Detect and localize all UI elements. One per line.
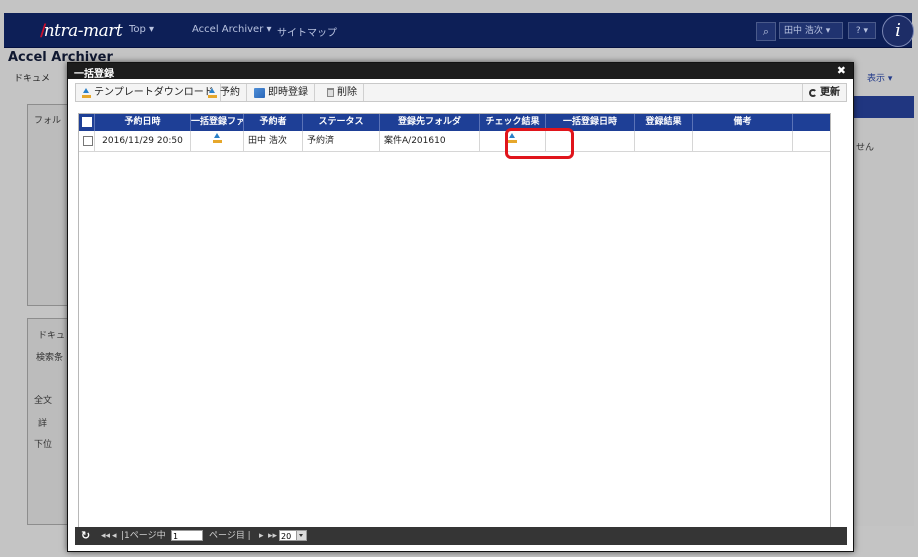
status-cell: 予約済 (303, 131, 380, 151)
brand-icon: i (882, 15, 914, 47)
close-icon[interactable]: ✖ (837, 64, 846, 77)
dialog-title: 一括登録 (74, 69, 114, 80)
page-count-label: |1ページ中 (121, 531, 166, 541)
document-list-message: せん (856, 143, 875, 153)
grid-header: 予約日時 一括登録ファ 予約者 ステータス 登録先フォルダ チェック結果 一括登… (79, 114, 830, 131)
intra-mart-logo[interactable]: /ntra-mart (40, 21, 123, 41)
highlight-annotation (505, 128, 574, 159)
row-checkbox[interactable] (79, 131, 95, 151)
doc-search-tab[interactable]: ドキュ (38, 328, 65, 341)
table-row[interactable]: 2016/11/29 20:50 田中 浩次 予約済 案件A/201610 (79, 131, 830, 152)
instant-register-label: 即時登録 (268, 87, 308, 98)
column-header[interactable]: 一括登録ファ (191, 114, 244, 131)
help-menu[interactable]: ? ▾ (848, 22, 876, 39)
dialog-toolbar: テンプレートダウンロード 予約 即時登録 削除 更新 (75, 83, 847, 102)
template-download-button[interactable]: テンプレートダウンロード (76, 84, 221, 101)
search-condition-label: 検索条 (36, 353, 64, 363)
user-cell: 田中 浩次 (244, 131, 303, 151)
top-navbar: /ntra-mart Top ▾ Accel Archiver ▾ サイトマップ… (4, 13, 914, 48)
document-list-header (852, 96, 914, 118)
next-page-icon[interactable]: ▸ (259, 527, 264, 545)
reserve-button[interactable]: 予約 (202, 84, 247, 101)
refresh-button[interactable]: 更新 (802, 84, 846, 101)
page-suffix-label: ページ目 | (209, 531, 251, 541)
grid-pager: ↻ ◂◂ ◂ |1ページ中 1 ページ目 | ▸ ▸▸ 20 (75, 527, 847, 545)
column-header[interactable]: 備考 (693, 114, 793, 131)
file-download-icon[interactable] (212, 133, 222, 143)
select-all-checkbox[interactable] (79, 114, 95, 131)
bulk-file-cell[interactable] (191, 131, 244, 151)
register-result-cell (635, 131, 693, 151)
search-icon[interactable]: ⌕ (756, 22, 776, 41)
lower-folder-checkbox[interactable]: 下位 (34, 437, 52, 450)
template-download-label: テンプレートダウンロード (94, 87, 214, 98)
dialog-header: 一括登録 ✖ (68, 63, 853, 80)
chevron-down-icon[interactable] (296, 531, 306, 540)
delete-label: 削除 (337, 87, 357, 98)
folder-panel-label: フォル (34, 116, 62, 126)
view-menu[interactable]: 表示 ▾ (867, 71, 892, 84)
document-tab[interactable]: ドキュメ (14, 71, 50, 84)
fulltext-checkbox[interactable]: 全文 (34, 393, 52, 406)
column-header[interactable]: 登録先フォルダ (380, 114, 480, 131)
column-header[interactable]: 予約者 (244, 114, 303, 131)
column-header[interactable]: 予約日時 (95, 114, 191, 131)
instant-register-button[interactable]: 即時登録 (248, 84, 315, 101)
column-header[interactable]: 登録結果 (635, 114, 693, 131)
prev-page-icon[interactable]: ◂ (112, 527, 117, 545)
detail-button[interactable]: 詳 (38, 416, 47, 429)
pager-refresh-icon[interactable]: ↻ (81, 527, 90, 545)
first-page-icon[interactable]: ◂◂ (101, 527, 110, 545)
nav-accel-archiver-menu[interactable]: Accel Archiver ▾ (192, 24, 272, 35)
document-list-panel (852, 96, 914, 526)
last-page-icon[interactable]: ▸▸ (268, 527, 277, 545)
trash-icon (327, 88, 334, 97)
upload-icon (82, 87, 91, 98)
reserved-at-cell: 2016/11/29 20:50 (95, 131, 191, 151)
page-number-input[interactable]: 1 (171, 530, 203, 541)
page-size-select[interactable]: 20 (279, 530, 307, 541)
user-menu[interactable]: 田中 浩次 ▾ (779, 22, 843, 39)
refresh-label: 更新 (820, 87, 840, 98)
column-header[interactable]: ステータス (303, 114, 380, 131)
note-cell (693, 131, 793, 151)
folder-cell: 案件A/201610 (380, 131, 480, 151)
upload-icon (208, 87, 217, 98)
reservation-grid: 予約日時 一括登録ファ 予約者 ステータス 登録先フォルダ チェック結果 一括登… (78, 113, 831, 534)
bulk-register-dialog: 一括登録 ✖ テンプレートダウンロード 予約 即時登録 削除 更新 予約日時 一… (67, 62, 854, 552)
refresh-icon (809, 88, 817, 97)
nav-sitemap-link[interactable]: サイトマップ (277, 24, 337, 39)
folder-tree-panel (27, 104, 72, 306)
instant-register-icon (254, 87, 265, 98)
page-size-value: 20 (281, 532, 292, 541)
reserve-label: 予約 (220, 87, 240, 98)
delete-button[interactable]: 削除 (321, 84, 364, 101)
nav-top-menu[interactable]: Top ▾ (129, 24, 154, 35)
